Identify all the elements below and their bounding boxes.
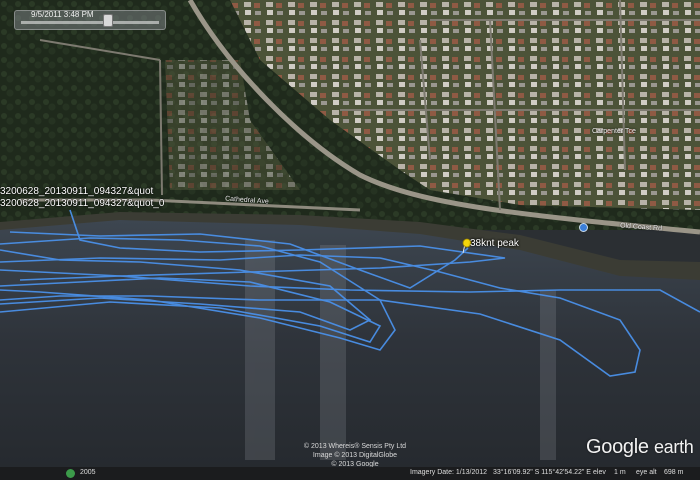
- satellite-map[interactable]: [0, 0, 700, 480]
- time-slider-track[interactable]: [21, 21, 159, 24]
- location-marker[interactable]: [579, 223, 588, 232]
- elevation-value: 1 m: [614, 469, 626, 476]
- google-earth-logo: Google earth: [586, 436, 694, 459]
- logo-product: earth: [653, 437, 694, 457]
- track-label[interactable]: 3200628_20130911_094327&quot: [0, 186, 153, 197]
- imagery-date: Imagery Date: 1/13/2012: [410, 469, 488, 476]
- copyright-line: Image © 2013 DigitalGlobe: [312, 452, 398, 459]
- road-label-carpenter: Carpenter Tce: [592, 128, 636, 135]
- status-year: 2005: [80, 469, 96, 476]
- track-label[interactable]: 3200628_20130911_094327&quot_0: [0, 198, 164, 209]
- time-slider[interactable]: 9/5/2011 3:48 PM: [14, 10, 166, 30]
- logo-brand: Google: [586, 436, 649, 458]
- placemark-label[interactable]: 38knt peak: [470, 238, 519, 249]
- time-slider-date: 9/5/2011 3:48 PM: [31, 10, 94, 19]
- coordinates-readout: 33°16'09.92" S 115°42'54.22" E: [493, 469, 591, 476]
- historical-imagery-icon[interactable]: [66, 469, 75, 478]
- status-bar: 2005 Imagery Date: 1/13/2012 33°16'09.92…: [0, 467, 700, 480]
- copyright-notice: © 2013 Whereis® Sensis Pty Ltd Image © 2…: [300, 442, 410, 469]
- time-slider-handle[interactable]: [103, 14, 113, 27]
- elevation-label: elev: [593, 469, 606, 476]
- eye-alt-label: eye alt: [636, 469, 657, 476]
- copyright-line: © 2013 Whereis® Sensis Pty Ltd: [303, 443, 407, 450]
- eye-alt-value: 698 m: [664, 469, 684, 476]
